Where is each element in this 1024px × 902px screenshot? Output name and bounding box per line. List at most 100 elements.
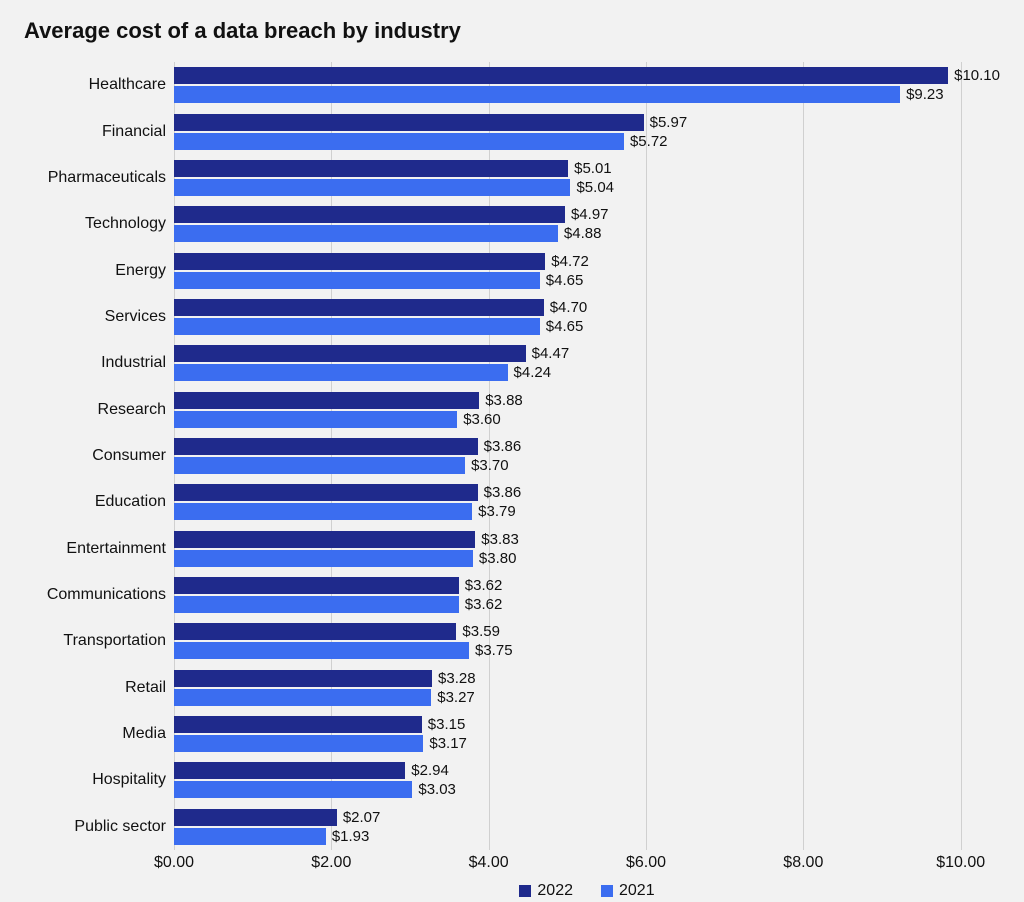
bar-series-2022	[174, 438, 478, 455]
bar-value-label: $2.94	[411, 762, 449, 779]
y-axis-category-label: Research	[24, 401, 174, 419]
y-axis-category-label: Hospitality	[24, 771, 174, 789]
category-row: Energy$4.72$4.65	[174, 247, 1000, 293]
bar-value-label: $5.01	[574, 160, 612, 177]
category-row: Pharmaceuticals$5.01$5.04	[174, 155, 1000, 201]
bar-value-label: $3.80	[479, 550, 517, 567]
bar-value-label: $3.75	[475, 642, 513, 659]
category-row: Public sector$2.07$1.93	[174, 804, 1000, 850]
bar-value-label: $3.86	[484, 438, 522, 455]
y-axis-category-label: Entertainment	[24, 540, 174, 558]
chart-container: Average cost of a data breach by industr…	[24, 10, 1004, 878]
legend-label: 2021	[619, 882, 655, 900]
category-row: Communications$3.62$3.62	[174, 572, 1000, 618]
bar-value-label: $5.72	[630, 133, 668, 150]
bar-value-label: $3.83	[481, 531, 519, 548]
y-axis-category-label: Healthcare	[24, 76, 174, 94]
bar-series-2021	[174, 735, 423, 752]
bar-value-label: $3.17	[429, 735, 467, 752]
bar-series-2022	[174, 345, 526, 362]
x-axis-tick: $0.00	[154, 854, 194, 872]
bar-value-label: $4.47	[532, 345, 570, 362]
bar-series-2022	[174, 531, 475, 548]
bar-value-label: $3.59	[462, 623, 500, 640]
category-row: Education$3.86$3.79	[174, 479, 1000, 525]
bar-value-label: $9.23	[906, 86, 944, 103]
bar-series-2021	[174, 411, 457, 428]
bar-value-label: $3.88	[485, 392, 523, 409]
chart-title: Average cost of a data breach by industr…	[24, 18, 1004, 44]
bar-value-label: $3.03	[418, 781, 456, 798]
y-axis-category-label: Energy	[24, 262, 174, 280]
bar-value-label: $4.65	[546, 272, 584, 289]
legend-item: 2022	[519, 882, 573, 900]
category-row: Hospitality$2.94$3.03	[174, 757, 1000, 803]
category-row: Entertainment$3.83$3.80	[174, 526, 1000, 572]
bar-series-2021	[174, 781, 412, 798]
bar-value-label: $10.10	[954, 67, 1000, 84]
x-axis-tick: $6.00	[626, 854, 666, 872]
bar-series-2022	[174, 67, 948, 84]
y-axis-category-label: Industrial	[24, 354, 174, 372]
legend: 2022 2021	[174, 882, 1000, 902]
bar-value-label: $4.70	[550, 299, 588, 316]
bar-series-2021	[174, 828, 326, 845]
bar-series-2022	[174, 577, 459, 594]
bar-series-2022	[174, 670, 432, 687]
category-row: Research$3.88$3.60	[174, 386, 1000, 432]
y-axis-category-label: Education	[24, 493, 174, 511]
bar-series-2021	[174, 364, 508, 381]
legend-swatch	[519, 885, 531, 897]
y-axis-category-label: Consumer	[24, 447, 174, 465]
x-axis-tick: $2.00	[311, 854, 351, 872]
bar-value-label: $5.04	[576, 179, 614, 196]
bar-value-label: $3.15	[428, 716, 466, 733]
bar-value-label: $5.97	[650, 114, 688, 131]
bar-series-2021	[174, 457, 465, 474]
x-axis-tick: $4.00	[469, 854, 509, 872]
bar-series-2021	[174, 550, 473, 567]
legend-label: 2022	[537, 882, 573, 900]
bar-value-label: $3.60	[463, 411, 501, 428]
bar-series-2022	[174, 809, 337, 826]
y-axis-category-label: Communications	[24, 586, 174, 604]
bar-value-label: $3.28	[438, 670, 476, 687]
bar-series-2022	[174, 206, 565, 223]
bar-series-2021	[174, 133, 624, 150]
bar-series-2022	[174, 716, 422, 733]
bar-series-2021	[174, 689, 431, 706]
category-row: Industrial$4.47$4.24	[174, 340, 1000, 386]
bar-value-label: $3.62	[465, 596, 503, 613]
bar-series-2022	[174, 160, 568, 177]
category-row: Financial$5.97$5.72	[174, 108, 1000, 154]
bar-series-2021	[174, 179, 570, 196]
bar-series-2022	[174, 253, 545, 270]
bar-series-2021	[174, 596, 459, 613]
bar-value-label: $4.97	[571, 206, 609, 223]
x-axis-tick: $8.00	[783, 854, 823, 872]
y-axis-category-label: Media	[24, 725, 174, 743]
y-axis-category-label: Pharmaceuticals	[24, 169, 174, 187]
y-axis-category-label: Financial	[24, 123, 174, 141]
category-row: Healthcare$10.10$9.23	[174, 62, 1000, 108]
bar-value-label: $4.65	[546, 318, 584, 335]
legend-item: 2021	[601, 882, 655, 900]
y-axis-category-label: Technology	[24, 215, 174, 233]
y-axis-category-label: Services	[24, 308, 174, 326]
category-row: Technology$4.97$4.88	[174, 201, 1000, 247]
y-axis-category-label: Retail	[24, 679, 174, 697]
bar-series-2021	[174, 86, 900, 103]
bar-value-label: $2.07	[343, 809, 381, 826]
bar-value-label: $4.24	[514, 364, 552, 381]
x-axis: $0.00$2.00$4.00$6.00$8.00$10.00	[174, 850, 1000, 880]
bar-series-2022	[174, 484, 478, 501]
bar-series-2021	[174, 642, 469, 659]
category-row: Consumer$3.86$3.70	[174, 433, 1000, 479]
category-row: Services$4.70$4.65	[174, 294, 1000, 340]
bar-series-2022	[174, 623, 456, 640]
category-row: Transportation$3.59$3.75	[174, 618, 1000, 664]
bar-value-label: $3.62	[465, 577, 503, 594]
bar-value-label: $1.93	[332, 828, 370, 845]
bar-series-2021	[174, 225, 558, 242]
bar-series-2022	[174, 392, 479, 409]
